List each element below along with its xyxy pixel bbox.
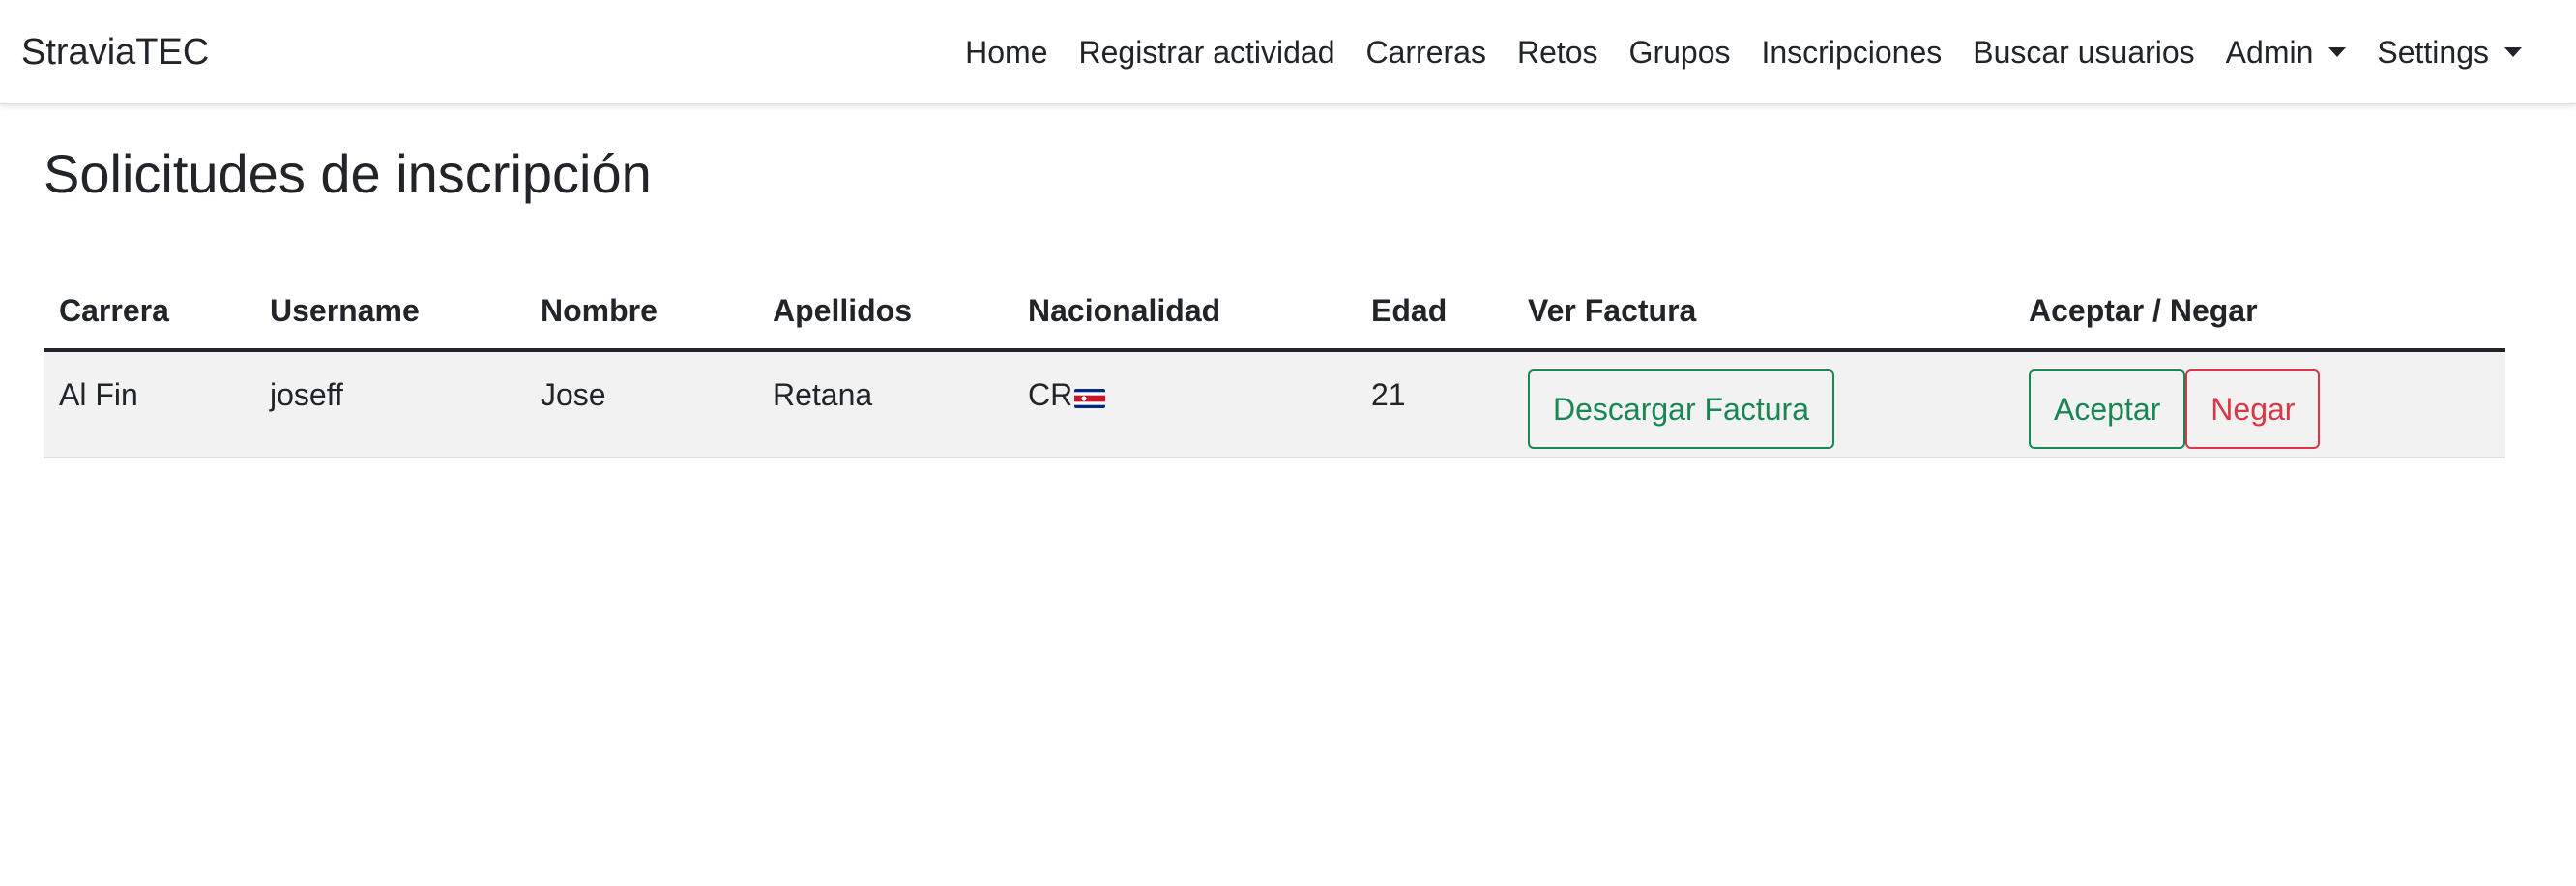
nav-link-inscripciones[interactable]: Inscripciones: [1761, 31, 1942, 74]
column-header-carrera: Carrera: [44, 273, 254, 352]
column-header-username: Username: [254, 273, 525, 352]
brand-link[interactable]: StraviaTEC: [21, 29, 209, 75]
column-header-aceptar-negar: Aceptar / Negar: [2013, 273, 2505, 352]
nombre-value: Jose: [541, 377, 606, 412]
cell-nacionalidad: CR: [1012, 350, 1356, 458]
deny-button[interactable]: Negar: [2185, 369, 2321, 449]
nav-link-retos[interactable]: Retos: [1517, 31, 1598, 74]
caret-down-icon: [2328, 47, 2347, 57]
table-header-row: Carrera Username Nombre Apellidos Nacion…: [44, 273, 2505, 352]
username-value: joseff: [270, 377, 343, 412]
cell-aceptar-negar: Aceptar Negar: [2013, 350, 2505, 458]
column-header-nacionalidad: Nacionalidad: [1012, 273, 1356, 352]
nav-dropdown-settings-label: Settings: [2377, 35, 2489, 70]
caret-down-icon: [2504, 47, 2522, 57]
cell-edad: 21: [1356, 350, 1512, 458]
nav-menu: Home Registrar actividad Carreras Retos …: [965, 31, 2522, 74]
apellidos-value: Retana: [773, 377, 873, 412]
nacionalidad-value: CR: [1028, 377, 1073, 412]
edad-value: 21: [1371, 377, 1406, 412]
nav-dropdown-admin-label: Admin: [2225, 35, 2314, 70]
costa-rica-flag-icon: [1074, 389, 1106, 408]
column-header-ver-factura: Ver Factura: [1512, 273, 2013, 352]
nav-link-carreras[interactable]: Carreras: [1365, 31, 1485, 74]
accept-button[interactable]: Aceptar: [2029, 369, 2186, 449]
page-title: Solicitudes de inscripción: [44, 143, 652, 204]
top-navbar: StraviaTEC Home Registrar actividad Carr…: [0, 0, 2576, 104]
cell-carrera: Al Fin: [44, 350, 254, 458]
nav-link-home[interactable]: Home: [965, 31, 1047, 74]
nacionalidad-wrapper: CR: [1028, 352, 1340, 414]
cell-apellidos: Retana: [757, 350, 1012, 458]
nav-dropdown-settings[interactable]: Settings: [2377, 31, 2522, 74]
cell-nombre: Jose: [525, 350, 757, 458]
cell-username: joseff: [254, 350, 525, 458]
nav-dropdown-admin[interactable]: Admin: [2226, 31, 2347, 74]
column-header-nombre: Nombre: [525, 273, 757, 352]
nav-link-registrar-actividad[interactable]: Registrar actividad: [1078, 31, 1334, 74]
nav-link-buscar-usuarios[interactable]: Buscar usuarios: [1973, 31, 2194, 74]
carrera-value: Al Fin: [59, 377, 138, 412]
table-row: Al Fin joseff Jose Retana CR 21 Descarga…: [44, 350, 2505, 458]
accept-deny-group: Aceptar Negar: [2029, 352, 2321, 449]
download-invoice-button[interactable]: Descargar Factura: [1528, 369, 1834, 449]
column-header-apellidos: Apellidos: [757, 273, 1012, 352]
requests-table: Carrera Username Nombre Apellidos Nacion…: [44, 273, 2505, 458]
main-content: Solicitudes de inscripción Carrera Usern…: [44, 135, 2505, 458]
nav-link-grupos[interactable]: Grupos: [1629, 31, 1731, 74]
cell-ver-factura: Descargar Factura: [1512, 350, 2013, 458]
column-header-edad: Edad: [1356, 273, 1512, 352]
